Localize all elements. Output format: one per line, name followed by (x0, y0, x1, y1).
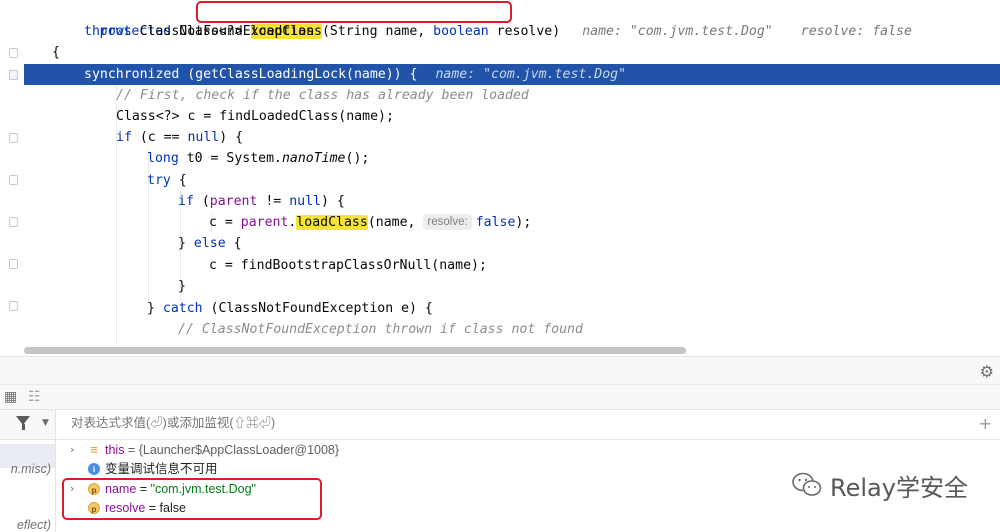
code-keyword: null (187, 130, 220, 145)
code-line[interactable]: c = parent.loadClass(name, resolve: false… (24, 212, 1000, 233)
code-line[interactable]: { (24, 42, 1000, 63)
fold-marker[interactable] (9, 48, 18, 58)
code-text: t0 = System. (178, 151, 282, 166)
fold-marker[interactable] (9, 133, 18, 143)
parameter-hint: resolve: (423, 214, 472, 230)
code-editor[interactable]: protected Class<?> loadClass(String name… (0, 0, 1000, 356)
code-text: (getClassLoadingLock(name)) { (179, 67, 418, 82)
variable-row-this[interactable]: › ≡ this = {Launcher$AppClassLoader@1008… (57, 440, 757, 460)
code-keyword: false (475, 215, 516, 230)
code-field: parent (209, 194, 258, 209)
annotation-box-signature (196, 1, 512, 23)
evaluate-expression-input[interactable] (71, 416, 771, 430)
code-field: parent (240, 215, 289, 230)
code-keyword: try (147, 173, 171, 188)
code-text: c = findBootstrapClassOrNull(name); (209, 258, 487, 273)
code-line[interactable]: // First, check if the class has already… (24, 85, 1000, 106)
code-line[interactable]: long t0 = System.nanoTime(); (24, 148, 1000, 169)
frame-item[interactable]: eflect) (17, 518, 51, 532)
code-line[interactable]: Class<?> c = findLoadedClass(name); (24, 106, 1000, 127)
code-line[interactable]: protected Class<?> loadClass(String name… (24, 0, 1000, 39)
evaluate-expression-bar: + (57, 410, 1000, 440)
variable-eq: = (124, 443, 139, 457)
code-line[interactable]: c = findBootstrapClassOrNull(name); (24, 255, 1000, 276)
code-keyword: catch (162, 301, 203, 316)
annotation-box-parameters (62, 478, 322, 520)
code-line[interactable]: if (c == null) { (24, 127, 1000, 148)
code-keyword: throws (84, 24, 132, 39)
wechat-logo-icon (792, 472, 822, 496)
code-keyword: else (193, 236, 226, 251)
threads-layout-icon[interactable]: ☷ (28, 389, 41, 405)
code-text: ); (515, 215, 532, 230)
debug-panel-header: ⚙ (0, 356, 1000, 384)
variable-value: {Launcher$AppClassLoader@1008} (138, 443, 340, 457)
inline-debug-value: name: "com.jvm.test.Dog" (435, 67, 627, 82)
watermark: Relay学安全 (792, 470, 968, 502)
code-text: (c == (131, 130, 188, 145)
code-keyword: if (178, 194, 194, 209)
code-text: (name, (367, 215, 424, 230)
filter-icon-stem (22, 424, 25, 430)
chevron-down-icon[interactable]: ▼ (42, 418, 49, 428)
frame-item[interactable]: n.misc) (11, 462, 51, 476)
code-method-static: nanoTime (281, 151, 346, 166)
code-text: } (147, 301, 163, 316)
current-execution-line[interactable]: synchronized (getClassLoadingLock(name))… (24, 64, 1000, 85)
variable-name: this (105, 443, 125, 457)
variable-info-text: 变量调试信息不可用 (105, 462, 218, 476)
code-keyword: long (147, 151, 179, 166)
code-line[interactable]: if (parent != null) { (24, 191, 1000, 212)
code-text: { (170, 173, 187, 188)
add-watch-icon[interactable]: + (979, 414, 992, 433)
watermark-text: Relay学安全 (830, 473, 968, 502)
code-text: ( (193, 194, 210, 209)
code-line[interactable]: } catch (ClassNotFoundException e) { (24, 298, 1000, 319)
code-line[interactable]: throws ClassNotFoundException (24, 21, 1000, 42)
code-line[interactable]: try { (24, 170, 1000, 191)
code-text: != (257, 194, 290, 209)
debug-toolbar: ▦ ☷ (0, 384, 1000, 410)
code-text: (); (345, 151, 370, 166)
variable-info-row: i 变量调试信息不可用 (57, 459, 757, 479)
code-text: ClassNotFoundException (131, 24, 315, 39)
code-text: Class<?> c = findLoadedClass(name); (116, 109, 394, 124)
fold-marker[interactable] (9, 175, 18, 185)
code-text: (ClassNotFoundException e) { (202, 301, 433, 316)
code-text: ) { (320, 194, 345, 209)
frames-panel: ▼ n.misc) eflect) (0, 410, 56, 532)
object-field-icon: ≡ (90, 442, 98, 457)
code-line[interactable]: } else { (24, 233, 1000, 254)
code-text: ) { (219, 130, 244, 145)
frames-toolbar: ▼ (0, 410, 55, 440)
editor-gutter[interactable] (0, 0, 24, 356)
fold-marker[interactable] (9, 259, 18, 269)
fold-marker[interactable] (9, 217, 18, 227)
horizontal-scrollbar-thumb[interactable] (24, 347, 686, 354)
code-keyword: if (116, 130, 132, 145)
code-text: { (52, 45, 60, 60)
code-comment: // First, check if the class has already… (116, 88, 529, 103)
method-name-highlight: loadClass (296, 215, 368, 230)
bookmark-marker[interactable] (9, 70, 18, 80)
code-line[interactable]: // ClassNotFoundException thrown if clas… (24, 319, 1000, 340)
info-icon: i (88, 463, 100, 475)
gear-icon[interactable]: ⚙ (980, 362, 994, 381)
fold-marker[interactable] (9, 301, 18, 311)
code-text: c = (209, 215, 241, 230)
code-comment: // ClassNotFoundException thrown if clas… (178, 322, 583, 337)
code-line[interactable]: } (24, 276, 1000, 297)
code-text: } (178, 236, 194, 251)
table-view-icon[interactable]: ▦ (4, 389, 17, 405)
chevron-right-icon[interactable]: › (70, 440, 74, 460)
code-text: } (178, 279, 186, 294)
code-text: { (225, 236, 242, 251)
code-keyword: synchronized (84, 67, 180, 82)
code-keyword: null (289, 194, 321, 209)
